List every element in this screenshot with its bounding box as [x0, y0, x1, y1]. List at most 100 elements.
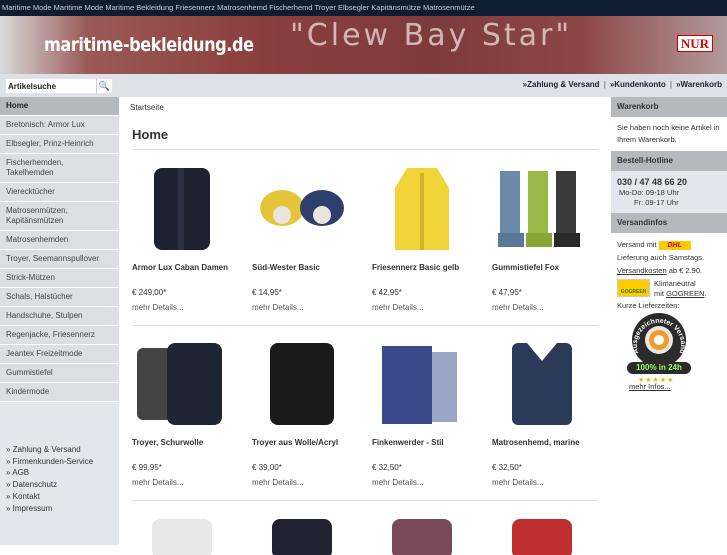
product-name[interactable]: Finkenwerder - Stil — [372, 438, 444, 447]
category-item[interactable]: Fischerhemden, Takelhemden — [0, 154, 119, 183]
footer-link[interactable]: » Firmenkunden-Service — [6, 456, 119, 468]
hotline-hours-fr: Fr: 09-17 Uhr — [634, 198, 679, 207]
product-card[interactable]: Troyer, Schurwolle € 99,95* mehr Details..… — [132, 338, 250, 488]
shipping-costs-link[interactable]: Versandkosten — [617, 266, 667, 275]
seal-badge: 100% in 24h — [627, 362, 691, 374]
product-price: € 47,95* — [492, 288, 522, 297]
klimaneutral-text: Klimaneutral — [654, 279, 696, 288]
product-card[interactable]: Friesennerz Basic gelb € 42,95* mehr Detai… — [372, 163, 490, 313]
product-details-link[interactable]: mehr Details... — [492, 478, 544, 487]
gogreen-logo: GOGREEN — [617, 279, 650, 297]
product-image[interactable] — [252, 163, 352, 253]
category-item[interactable]: Matrosenhemden — [0, 231, 119, 250]
product-image[interactable] — [252, 338, 352, 428]
footer-link[interactable]: » Zahlung & Versand — [6, 444, 119, 456]
top-links: »Zahlung & Versand | »Kundenkonto | »Warenko… — [523, 80, 722, 89]
product-image[interactable] — [492, 163, 592, 253]
hotline-heading: Bestell-Hotline — [611, 151, 727, 171]
footer-link[interactable]: » Kontakt — [6, 491, 119, 503]
product-price: € 39,00* — [252, 463, 282, 472]
separator: | — [603, 80, 606, 89]
gogreen-link[interactable]: GOGREEN — [666, 289, 704, 298]
category-item[interactable]: Bretonisch: Armor Lux — [0, 116, 119, 135]
product-image[interactable] — [372, 163, 472, 253]
product-details-link[interactable]: mehr Details... — [492, 303, 544, 312]
category-item[interactable]: Matrosenmützen, Kapitänsmützen — [0, 202, 119, 231]
product-image[interactable] — [492, 515, 592, 555]
product-card[interactable]: Finkenwerder - Stil € 32,50* mehr Details.… — [372, 338, 490, 488]
nur-badge[interactable]: NUR — [677, 35, 713, 52]
site-logo[interactable]: maritime-bekleidung.de — [44, 34, 254, 56]
product-image[interactable] — [492, 338, 592, 428]
product-name[interactable]: Süd-Wester Basic — [252, 263, 320, 272]
cart-text: Sie haben noch keine Artikel in Ihrem Wa… — [617, 123, 720, 144]
product-card[interactable]: Gummistiefel Fox € 47,95* mehr Details... — [492, 163, 610, 313]
link-warenkorb[interactable]: »Warenkorb — [676, 80, 722, 89]
shipping-award-seal[interactable]: Ausgezeichneter Versand 100% in 24h ★★★★… — [627, 312, 691, 384]
product-details-link[interactable]: mehr Details... — [252, 478, 304, 487]
product-details-link[interactable]: mehr Details... — [132, 303, 184, 312]
right-sidebar: Warenkorb Sie haben noch keine Artikel i… — [611, 97, 727, 545]
category-item[interactable]: Kindermode — [0, 383, 119, 402]
left-sidebar: Home Bretonisch: Armor Lux Elbsegler, Prin… — [0, 97, 119, 545]
product-image[interactable] — [372, 515, 472, 555]
separator: | — [669, 80, 673, 89]
category-item[interactable]: Jeantex Freizeitmode — [0, 345, 119, 364]
category-item[interactable]: Elbsegler, Prinz-Heinrich — [0, 135, 119, 154]
divider — [132, 325, 598, 326]
footer-link[interactable]: » Datenschutz — [6, 479, 119, 491]
product-details-link[interactable]: mehr Details... — [372, 478, 424, 487]
category-item[interactable]: Schals, Halstücher — [0, 288, 119, 307]
seal-icon: Ausgezeichneter Versand — [632, 313, 686, 367]
category-item[interactable]: Gummistiefel — [0, 364, 119, 383]
product-name[interactable]: Troyer, Schurwolle — [132, 438, 203, 447]
main-content: Startseite Home Armor Lux Caban Damen € 2… — [120, 97, 610, 555]
period: . — [704, 289, 707, 298]
product-details-link[interactable]: mehr Details... — [132, 478, 184, 487]
category-item[interactable]: Regenjacke, Friesennerz — [0, 326, 119, 345]
category-item[interactable]: Strick-Mützen — [0, 269, 119, 288]
product-image[interactable] — [252, 515, 352, 555]
mit-text: mit — [654, 289, 667, 298]
footer-link[interactable]: » Impressum — [6, 503, 119, 515]
link-zahlung-versand[interactable]: »Zahlung & Versand — [523, 80, 600, 89]
dhl-logo: DHL — [658, 240, 691, 250]
search-box: 🔍 — [5, 78, 113, 94]
search-icon[interactable]: 🔍 — [96, 79, 112, 93]
link-kundenkonto[interactable]: »Kundenkonto — [610, 80, 666, 89]
hotline-phone: 030 / 47 48 66 20 — [617, 177, 688, 187]
product-details-link[interactable]: mehr Details... — [252, 303, 304, 312]
page-title: Home — [132, 127, 169, 142]
footer-link[interactable]: » AGB — [6, 467, 119, 479]
product-image[interactable] — [372, 338, 472, 428]
product-price: € 32,50* — [372, 463, 402, 472]
product-name[interactable]: Matrosenhemd, marine — [492, 438, 580, 447]
category-item[interactable]: Troyer, Seemannspullover — [0, 250, 119, 269]
breadcrumb[interactable]: Startseite — [130, 103, 164, 112]
product-image[interactable] — [132, 515, 232, 555]
product-price: € 32,50* — [492, 463, 522, 472]
product-name[interactable]: Armor Lux Caban Damen — [132, 263, 228, 272]
product-card[interactable]: Armor Lux Caban Damen € 249,00* mehr Detai… — [132, 163, 250, 313]
footer-links: » Zahlung & Versand» Firmenkunden-Servic… — [0, 444, 119, 514]
category-item[interactable]: Handschuhe, Stulpen — [0, 307, 119, 326]
product-card[interactable]: Süd-Wester Basic € 14,95* mehr Details... — [252, 163, 370, 313]
product-name[interactable]: Friesennerz Basic gelb — [372, 263, 459, 272]
product-image[interactable] — [132, 163, 232, 253]
product-image[interactable] — [132, 338, 232, 428]
product-price: € 249,00* — [132, 288, 167, 297]
product-details-link[interactable]: mehr Details... — [372, 303, 424, 312]
hotline-hours-mo-do: Mo-Do: 09-18 Uhr — [619, 188, 680, 197]
product-name[interactable]: Troyer aus Wolle/Acryl — [252, 438, 338, 447]
category-item[interactable]: Home — [0, 97, 119, 116]
shipping-heading: Versandinfos — [611, 213, 727, 233]
search-input[interactable] — [6, 79, 96, 93]
category-nav: Home Bretonisch: Armor Lux Elbsegler, Prin… — [0, 97, 119, 402]
category-item[interactable]: Vierecktücher — [0, 183, 119, 202]
product-card[interactable]: Matrosenhemd, marine € 32,50* mehr Details… — [492, 338, 610, 488]
banner-decoration: "Clew Bay Star" — [290, 18, 573, 53]
saturday-delivery: Lieferung auch Samstags. — [617, 253, 705, 262]
product-card[interactable]: Troyer aus Wolle/Acryl € 39,00* mehr Detai… — [252, 338, 370, 488]
product-name[interactable]: Gummistiefel Fox — [492, 263, 559, 272]
cart-heading: Warenkorb — [611, 97, 727, 117]
